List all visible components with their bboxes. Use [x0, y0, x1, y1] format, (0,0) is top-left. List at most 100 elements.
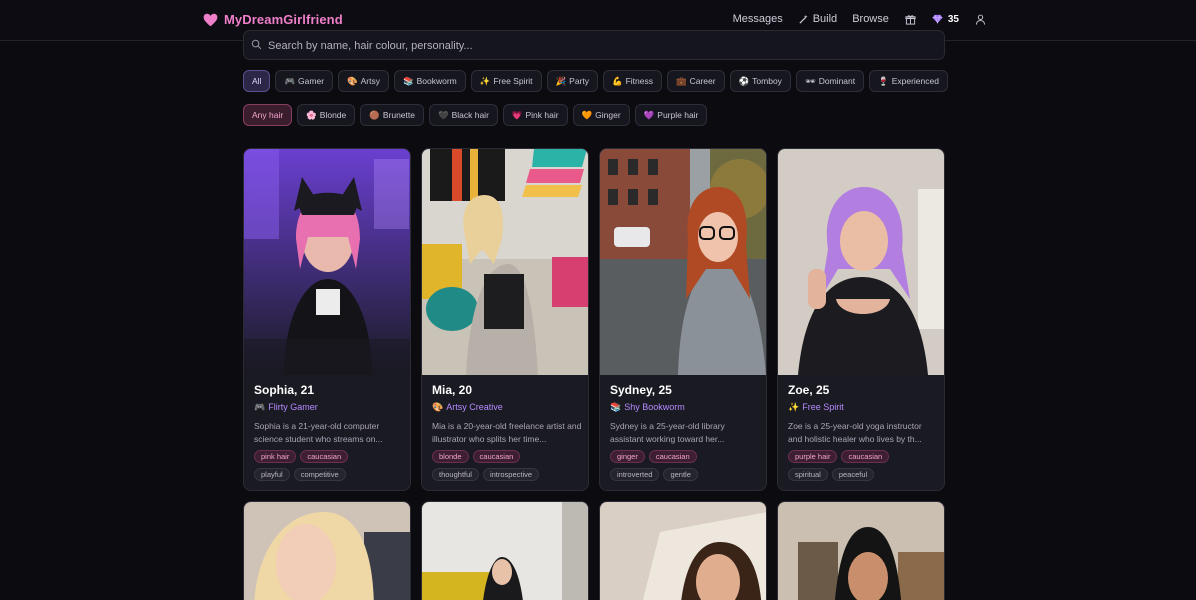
tag: playful [254, 468, 290, 481]
tag: peaceful [831, 468, 875, 481]
tag: caucasian [841, 450, 890, 463]
trait-tags: spiritual peaceful [788, 468, 875, 481]
nav-build-label: Build [812, 13, 838, 25]
filter-label: Gamer [298, 76, 325, 86]
filter-label: Experienced [891, 76, 939, 86]
gift-icon [905, 14, 916, 25]
flexed-bicep-icon: 💪 [612, 75, 623, 86]
filter-chip-party[interactable]: 🎉 Party [546, 70, 598, 92]
profile-card[interactable]: Mia, 20 🎨 Artsy Creative Mia is a 20-year… [421, 148, 589, 491]
nav-links: Messages Build Browse 35 [718, 13, 986, 25]
filter-label: Artsy [360, 76, 380, 86]
filter-label: Purple hair [657, 110, 699, 120]
filter-chip-dominant[interactable]: 🕶 Dominant [795, 70, 865, 92]
tag: blonde [432, 450, 469, 463]
nav-browse-link[interactable]: Browse [852, 13, 889, 25]
brand-name: MyDreamGirlfriend [224, 12, 343, 27]
personality-filters: All 🎮 Gamer 🎨 Artsy 📚 Bookworm ✨ Free Spirit… [243, 70, 948, 92]
nav-build-link[interactable]: Build [798, 13, 837, 25]
profile-name: Sydney, 25 [610, 383, 672, 397]
hair-chip-black[interactable]: 🖤 Black hair [428, 104, 498, 126]
profile-description: Sophia is a 21-year-old computer science… [254, 421, 383, 444]
profile-card-partial[interactable] [599, 501, 767, 600]
filter-chip-fitness[interactable]: 💪 Fitness [603, 70, 662, 92]
wine-glass-icon: 🍷 [878, 75, 889, 86]
filter-label: Career [689, 76, 716, 86]
magic-wand-icon [799, 14, 808, 24]
profile-card-partial[interactable] [777, 501, 945, 600]
cherry-blossom-icon: 🌸 [306, 109, 317, 120]
profile-photo [422, 149, 588, 375]
filter-label: Black hair [451, 110, 489, 120]
profile-photo [422, 502, 588, 600]
filter-chip-free-spirit[interactable]: ✨ Free Spirit [470, 70, 542, 92]
profile-card-partial[interactable] [421, 501, 589, 600]
profile-archetype: 📚 Shy Bookworm [610, 402, 685, 413]
tag: spiritual [788, 468, 828, 481]
sparkles-icon: ✨ [479, 75, 491, 86]
filter-chip-gamer[interactable]: 🎮 Gamer [275, 70, 334, 92]
profile-archetype: ✨ Free Spirit [788, 402, 844, 413]
filter-chip-bookworm[interactable]: 📚 Bookworm [394, 70, 466, 92]
profile-card[interactable]: Zoe, 25 ✨ Free Spirit Zoe is a 25-year-ol… [777, 148, 945, 491]
hair-chip-pink[interactable]: 💗 Pink hair [502, 104, 568, 126]
tag: purple hair [788, 450, 838, 463]
trait-tags: introverted gentle [610, 468, 698, 481]
soccer-ball-icon: ⚽ [738, 75, 750, 86]
profile-button[interactable] [975, 14, 986, 25]
filter-chip-tomboy[interactable]: ⚽ Tomboy [729, 70, 791, 92]
briefcase-icon: 💼 [676, 75, 687, 86]
hair-chip-any[interactable]: Any hair [243, 104, 293, 126]
profile-card[interactable]: Sophia, 21 🎮 Flirty Gamer Sophia is a 21-… [243, 148, 411, 491]
hair-chip-brunette[interactable]: 🟤 Brunette [360, 104, 424, 126]
profile-archetype: 🎨 Artsy Creative [432, 402, 503, 413]
gems-balance[interactable]: 35 [932, 14, 959, 25]
tag: introverted [610, 468, 660, 481]
profile-description: Mia is a 20-year-old freelance artist an… [432, 421, 582, 444]
filter-label: Blonde [319, 110, 347, 120]
books-icon: 📚 [610, 402, 622, 412]
filter-label: Party [569, 76, 589, 86]
hair-chip-blonde[interactable]: 🌸 Blonde [297, 104, 356, 126]
tag: thoughtful [432, 468, 479, 481]
books-icon: 📚 [403, 75, 414, 86]
filter-label: Pink hair [525, 110, 559, 120]
profile-card[interactable]: Sydney, 25 📚 Shy Bookworm Sydney is a 25-… [599, 148, 767, 491]
profile-name: Zoe, 25 [788, 383, 830, 397]
filter-chip-all[interactable]: All [243, 70, 271, 92]
gamepad-icon: 🎮 [284, 75, 296, 86]
archetype-label: Artsy Creative [446, 402, 503, 412]
profile-archetype: 🎮 Flirty Gamer [254, 402, 318, 413]
profile-name: Mia, 20 [432, 383, 473, 397]
appearance-tags: pink hair caucasian [254, 450, 349, 463]
tag: ginger [610, 450, 645, 463]
palette-icon: 🎨 [432, 402, 444, 412]
hair-chip-purple[interactable]: 💜 Purple hair [634, 104, 708, 126]
filter-chip-career[interactable]: 💼 Career [667, 70, 725, 92]
filter-chip-artsy[interactable]: 🎨 Artsy [338, 70, 389, 92]
profile-card-partial[interactable] [243, 501, 411, 600]
appearance-tags: purple hair caucasian [788, 450, 890, 463]
brand-link[interactable]: MyDreamGirlfriend [203, 12, 343, 27]
filter-label: Any hair [252, 110, 284, 120]
nav-messages-link[interactable]: Messages [733, 13, 783, 25]
user-icon [975, 14, 986, 25]
gift-button[interactable] [905, 14, 916, 25]
search-input[interactable] [268, 38, 928, 54]
diamond-icon [932, 14, 943, 24]
profile-description: Sydney is a 25-year-old library assistan… [610, 421, 725, 444]
hair-chip-ginger[interactable]: 🧡 Ginger [572, 104, 630, 126]
gamepad-icon: 🎮 [254, 402, 266, 412]
filter-chip-experienced[interactable]: 🍷 Experienced [869, 70, 948, 92]
archetype-label: Free Spirit [802, 402, 844, 412]
sparkles-icon: ✨ [788, 402, 800, 412]
tag: introspective [482, 468, 540, 481]
tag: competitive [293, 468, 346, 481]
filter-label: Bookworm [416, 76, 457, 86]
tag: pink hair [254, 450, 297, 463]
trait-tags: thoughtful introspective [432, 468, 540, 481]
profile-photo [778, 149, 944, 375]
pink-heart-icon: 💗 [511, 109, 523, 120]
profile-photo [244, 149, 410, 375]
purple-heart-icon: 💜 [643, 109, 655, 120]
